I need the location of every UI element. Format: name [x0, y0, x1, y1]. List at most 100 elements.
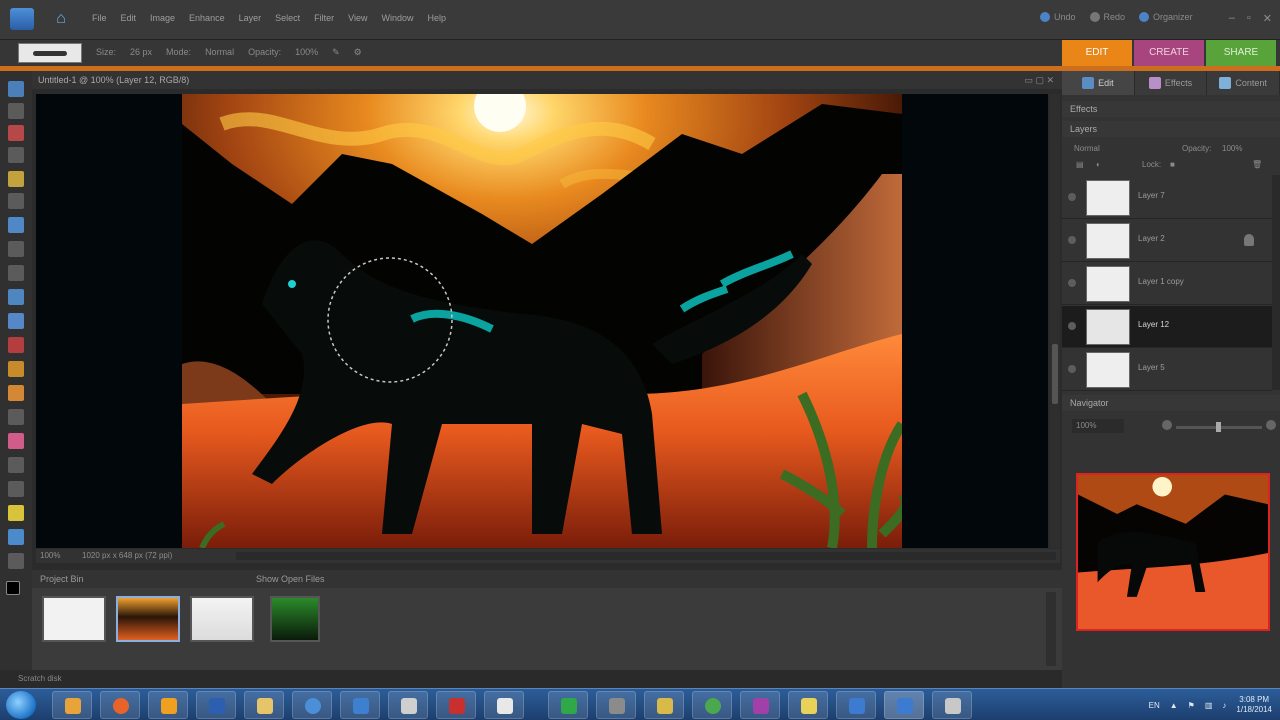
project-bin-show-select[interactable]: Show Open Files — [256, 570, 325, 588]
taskbar-app[interactable] — [740, 691, 780, 719]
taskbar-app[interactable] — [788, 691, 828, 719]
menu-view[interactable]: View — [348, 13, 367, 23]
maximize-icon[interactable]: ▫ — [1247, 12, 1251, 25]
sponge-icon[interactable] — [8, 505, 24, 521]
tab-edit[interactable]: EDIT — [1062, 40, 1132, 66]
magic-wand-icon[interactable] — [8, 217, 24, 233]
gradient-icon[interactable] — [8, 433, 24, 449]
mode-select[interactable]: Normal — [205, 47, 234, 58]
minimize-icon[interactable]: – — [1229, 12, 1235, 25]
bin-thumb-1[interactable] — [42, 596, 106, 642]
taskbar-app[interactable] — [836, 691, 876, 719]
volume-icon[interactable]: ♪ — [1222, 701, 1226, 710]
undo-button[interactable]: Undo — [1040, 12, 1076, 22]
tab-create[interactable]: CREATE — [1134, 40, 1204, 66]
taskbar-app[interactable] — [932, 691, 972, 719]
menu-help[interactable]: Help — [427, 13, 446, 23]
taskbar-app[interactable] — [148, 691, 188, 719]
new-layer-icon[interactable]: ▤ — [1076, 160, 1084, 169]
taskbar-app-active[interactable] — [884, 691, 924, 719]
eraser-icon[interactable] — [8, 361, 24, 377]
tray-arrow-icon[interactable]: ▲ — [1170, 701, 1178, 710]
foreground-color-swatch[interactable] — [6, 581, 20, 595]
smart-brush-icon[interactable] — [8, 529, 24, 545]
taskbar-app[interactable] — [100, 691, 140, 719]
bin-scrollbar[interactable] — [1046, 592, 1056, 666]
taskbar-app[interactable] — [484, 691, 524, 719]
bin-thumb-2[interactable] — [116, 596, 180, 642]
tab-share[interactable]: SHARE — [1206, 40, 1276, 66]
tablet-options-icon[interactable]: ⚙ — [354, 47, 362, 58]
network-icon[interactable]: ▥ — [1205, 701, 1213, 710]
layer-opacity-field[interactable]: 100% — [1222, 144, 1242, 153]
layers-section-header[interactable]: Layers — [1062, 121, 1280, 137]
language-indicator[interactable]: EN — [1149, 701, 1160, 710]
taskbar-app[interactable] — [692, 691, 732, 719]
zoom-out-icon[interactable] — [1162, 420, 1172, 430]
layer-row-selected[interactable]: Layer 12 — [1062, 306, 1272, 348]
taskbar-app[interactable] — [388, 691, 428, 719]
navigator-zoom-slider[interactable] — [1176, 422, 1262, 432]
menu-edit[interactable]: Edit — [121, 13, 137, 23]
start-button[interactable] — [6, 691, 36, 719]
taskbar-app[interactable] — [548, 691, 588, 719]
menu-filter[interactable]: Filter — [314, 13, 334, 23]
menu-image[interactable]: Image — [150, 13, 175, 23]
scroll-thumb[interactable] — [1052, 344, 1058, 404]
taskbar-app[interactable] — [292, 691, 332, 719]
shape-icon[interactable] — [8, 457, 24, 473]
document-info[interactable]: 1020 px x 648 px (72 ppi) — [82, 549, 172, 563]
blur-icon[interactable] — [8, 481, 24, 497]
brush-icon[interactable] — [8, 385, 24, 401]
navigator-section-header[interactable]: Navigator — [1062, 395, 1280, 411]
layer-row[interactable]: Layer 1 copy — [1062, 263, 1272, 305]
clone-icon[interactable] — [8, 337, 24, 353]
paint-bucket-icon[interactable] — [8, 409, 24, 425]
adjustment-layer-icon[interactable]: ◐ — [1096, 160, 1101, 169]
home-icon[interactable]: ⌂ — [50, 8, 72, 30]
menu-window[interactable]: Window — [381, 13, 413, 23]
menu-file[interactable]: File — [92, 13, 107, 23]
taskbar-app[interactable] — [436, 691, 476, 719]
canvas-vertical-scrollbar[interactable] — [1050, 94, 1060, 548]
lasso-icon[interactable] — [8, 193, 24, 209]
bin-thumb-4[interactable] — [270, 596, 320, 642]
healing-icon[interactable] — [8, 313, 24, 329]
canvas-area[interactable] — [36, 94, 1048, 548]
menu-enhance[interactable]: Enhance — [189, 13, 225, 23]
taskbar-app[interactable] — [596, 691, 636, 719]
zoom-icon[interactable] — [8, 103, 24, 119]
taskbar-app[interactable] — [52, 691, 92, 719]
menu-select[interactable]: Select — [275, 13, 300, 23]
opacity-field[interactable]: 100% — [295, 47, 318, 58]
eye-icon[interactable] — [1068, 279, 1076, 287]
layer-row[interactable]: Layer 2 — [1062, 220, 1272, 262]
flag-icon[interactable]: ⚑ — [1188, 701, 1195, 710]
layer-row[interactable]: Layer 5 — [1062, 349, 1272, 391]
effects-section-header[interactable]: Effects — [1062, 101, 1280, 117]
close-icon[interactable]: ✕ — [1263, 12, 1272, 25]
eye-icon[interactable] — [1068, 322, 1076, 330]
panel-tab-edit[interactable]: Edit — [1062, 71, 1135, 95]
hand-icon[interactable] — [8, 125, 24, 141]
eye-icon[interactable] — [1068, 236, 1076, 244]
airbrush-icon[interactable]: ✎ — [332, 47, 340, 58]
slider-knob[interactable] — [1216, 422, 1221, 432]
redeye-icon[interactable] — [8, 289, 24, 305]
navigator-zoom-field[interactable]: 100% — [1072, 419, 1124, 433]
menu-layer[interactable]: Layer — [239, 13, 262, 23]
panel-tab-content[interactable]: Content — [1207, 71, 1280, 95]
canvas-horizontal-scrollbar[interactable] — [236, 552, 1056, 560]
panel-tab-effects[interactable]: Effects — [1135, 71, 1208, 95]
lock-icon[interactable]: ■ — [1170, 160, 1175, 169]
taskbar-app[interactable] — [196, 691, 236, 719]
blend-mode-select[interactable]: Normal — [1074, 144, 1100, 153]
organizer-button[interactable]: Organizer — [1139, 12, 1193, 22]
eyedropper-icon[interactable] — [8, 147, 24, 163]
marquee-icon[interactable] — [8, 171, 24, 187]
layer-row[interactable]: Layer 7 — [1062, 177, 1272, 219]
delete-layer-icon[interactable]: 🗑 — [1252, 160, 1262, 169]
taskbar-app[interactable] — [644, 691, 684, 719]
document-window-controls[interactable]: ▭ ▢ ✕ — [1024, 71, 1054, 89]
size-field[interactable]: 26 px — [130, 47, 152, 58]
